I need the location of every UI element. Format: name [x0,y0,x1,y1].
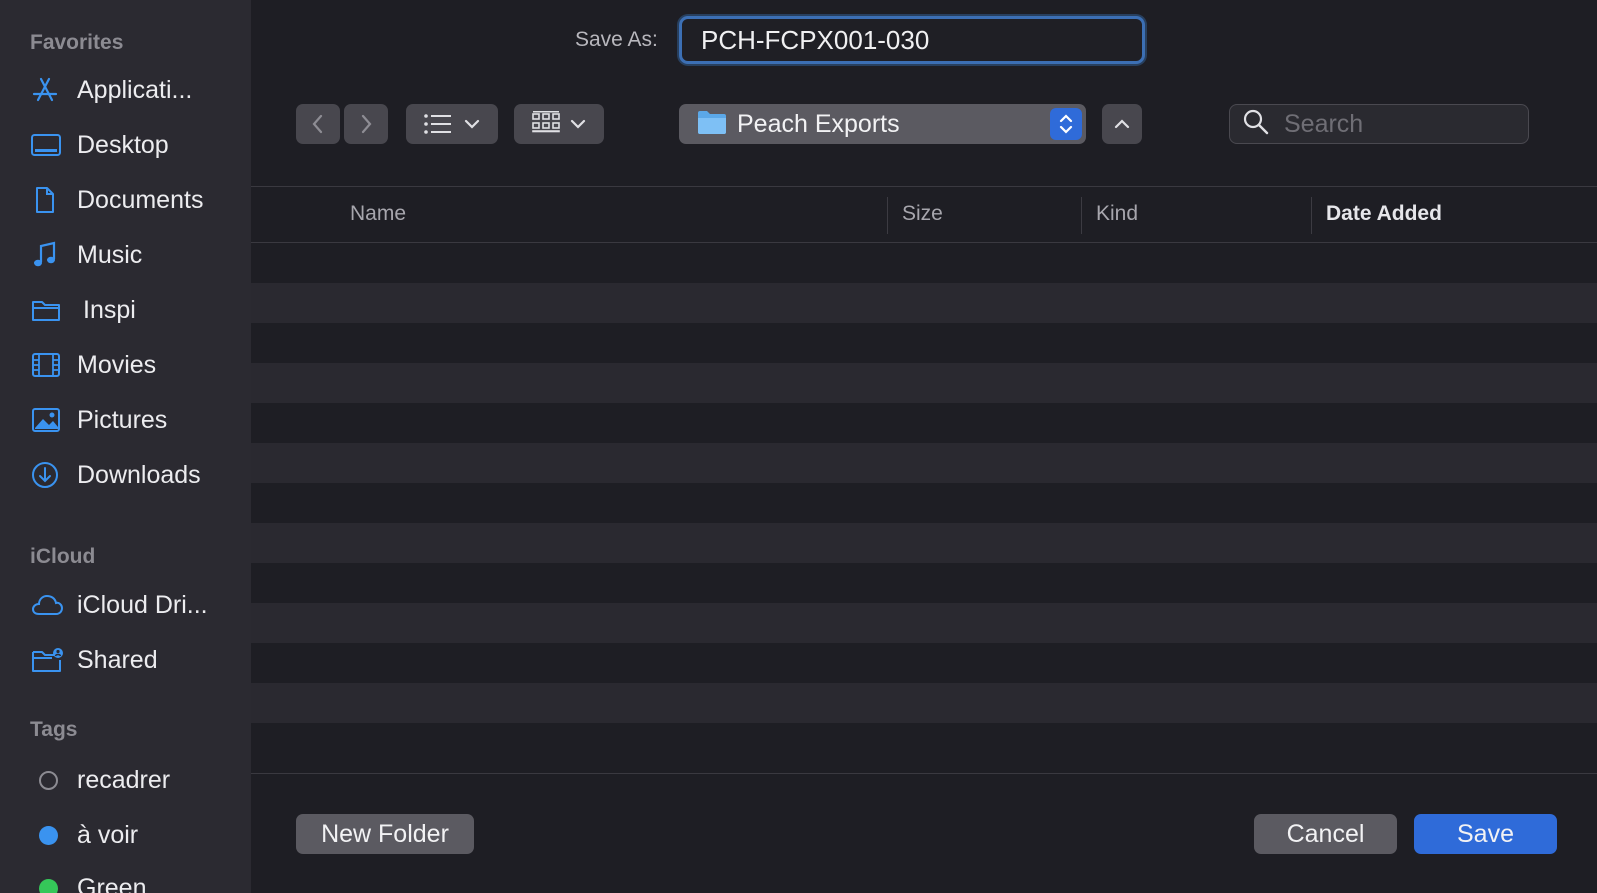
chevron-left-icon [312,114,323,134]
sidebar-heading-tags: Tags [30,718,78,741]
sidebar-tag-recadrer[interactable]: recadrer [30,760,245,800]
location-stepper[interactable] [1050,108,1082,140]
shared-folder-icon [30,645,66,675]
save-as-input[interactable] [679,16,1145,64]
search-input[interactable] [1284,109,1504,139]
sidebar-tag-a-voir[interactable]: à voir [30,815,245,855]
list-item [251,523,1597,563]
divider [251,773,1597,774]
document-icon [30,185,66,215]
list-item [251,563,1597,603]
sidebar-item-movies[interactable]: Movies [30,345,245,385]
column-separator[interactable] [887,197,888,234]
sidebar-item-label: recadrer [77,765,171,794]
tag-empty-icon [30,765,66,795]
applications-icon [30,75,66,105]
sidebar-heading-favorites: Favorites [30,31,124,54]
save-button[interactable]: Save [1414,814,1557,854]
sidebar-item-label: Documents [77,185,204,214]
back-button[interactable] [296,104,340,144]
sidebar-item-label: Inspi [83,295,136,324]
column-separator[interactable] [1311,197,1312,234]
file-list[interactable] [251,243,1597,773]
save-as-label: Save As: [575,28,658,51]
new-folder-button[interactable]: New Folder [296,814,474,854]
list-item [251,363,1597,403]
tag-blue-icon [30,820,66,850]
sidebar: Favorites Applicati... Desktop Documents… [0,0,251,893]
sidebar-item-label: Downloads [77,460,201,489]
music-icon [30,240,66,270]
list-item [251,323,1597,363]
chevron-up-icon [1114,119,1130,129]
sidebar-item-label: Movies [77,350,157,379]
list-item [251,403,1597,443]
gallery-view-button[interactable] [514,104,604,144]
sidebar-item-label: Shared [77,645,158,674]
list-item [251,683,1597,723]
desktop-icon [30,130,66,160]
tag-green-icon [30,873,66,893]
folder-icon [697,109,727,140]
list-view-icon [424,114,451,134]
file-browser: Save As: Peach Exports Name Size Kind [251,0,1597,893]
divider [251,186,1597,187]
location-label: Peach Exports [737,109,900,138]
cloud-icon [30,590,66,620]
sidebar-item-label: Music [77,240,143,269]
sidebar-item-desktop[interactable]: Desktop [30,125,245,165]
column-header-kind[interactable]: Kind [1096,197,1138,231]
chevron-right-icon [361,114,372,134]
sidebar-item-documents[interactable]: Documents [30,180,245,220]
sidebar-item-inspi[interactable]: Inspi [30,290,245,330]
column-header-name[interactable]: Name [350,197,406,231]
chevron-down-icon [464,119,480,129]
sidebar-item-label: iCloud Dri... [77,590,208,619]
list-item [251,283,1597,323]
sidebar-item-label: Applicati... [77,75,193,104]
column-header-date-added[interactable]: Date Added [1326,197,1442,231]
sidebar-heading-icloud: iCloud [30,545,96,568]
cancel-button[interactable]: Cancel [1254,814,1397,854]
sidebar-item-applications[interactable]: Applicati... [30,70,245,110]
list-item [251,443,1597,483]
location-popup[interactable]: Peach Exports [679,104,1086,144]
sidebar-item-music[interactable]: Music [30,235,245,275]
sidebar-item-pictures[interactable]: Pictures [30,400,245,440]
list-item [251,723,1597,763]
list-item [251,243,1597,283]
sidebar-item-label: Desktop [77,130,169,159]
list-view-button[interactable] [406,104,498,144]
downloads-icon [30,460,66,490]
sidebar-item-shared[interactable]: Shared [30,640,245,680]
forward-button[interactable] [344,104,388,144]
sidebar-tag-green[interactable]: Green [30,868,245,893]
column-header-size[interactable]: Size [902,197,943,231]
sidebar-item-label: Green [77,873,147,893]
grid-view-icon [532,111,560,133]
chevron-down-icon [570,119,586,129]
search-icon [1242,108,1270,141]
folder-icon [30,295,66,325]
sidebar-item-label: à voir [77,820,139,849]
up-down-chevron-icon [1059,114,1073,134]
list-item [251,643,1597,683]
sidebar-item-label: Pictures [77,405,168,434]
pictures-icon [30,405,66,435]
search-field[interactable] [1229,104,1529,144]
movies-icon [30,350,66,380]
list-item [251,603,1597,643]
column-separator[interactable] [1081,197,1082,234]
sidebar-item-icloud-drive[interactable]: iCloud Dri... [30,585,245,625]
list-item [251,483,1597,523]
toggle-expand-button[interactable] [1102,104,1142,144]
sidebar-item-downloads[interactable]: Downloads [30,455,245,495]
